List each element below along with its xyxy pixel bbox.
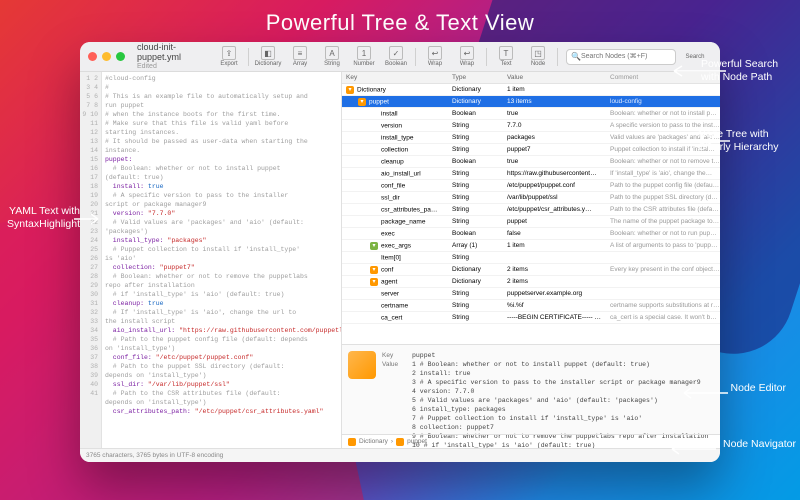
wrap-icon: ↩ xyxy=(428,46,442,60)
zoom-icon[interactable] xyxy=(116,52,125,61)
dictionary-icon xyxy=(396,438,404,446)
tree-row[interactable]: serverStringpuppetserver.example.org xyxy=(342,288,720,300)
export-button[interactable]: ⇪Export xyxy=(214,46,244,67)
boolean-button[interactable]: ✓Boolean xyxy=(381,46,411,67)
dictionary-icon xyxy=(348,438,356,446)
node-tree[interactable]: ▾DictionaryDictionary1 item▾puppetDictio… xyxy=(342,84,720,344)
tree-row[interactable]: collectionStringpuppet7Puppet collection… xyxy=(342,144,720,156)
dictionary-button[interactable]: ◧Dictionary xyxy=(253,46,283,67)
page-title: Powerful Tree & Text View xyxy=(0,0,800,42)
tree-header: Key Type Value Comment xyxy=(342,72,720,84)
titlebar: cloud-init-puppet.yml Edited ⇪Export ◧Di… xyxy=(80,42,720,72)
dictionary-icon: ◧ xyxy=(261,46,275,60)
chevron-right-icon: › xyxy=(391,438,393,445)
wrap-button-2[interactable]: ↩Wrap xyxy=(452,46,482,67)
ne-key-label: Key xyxy=(382,351,412,360)
tree-row[interactable]: execBooleanfalseBoolean: whether or not … xyxy=(342,228,720,240)
tree-row[interactable]: installBooleantrueBoolean: whether or no… xyxy=(342,108,720,120)
node-icon: ◳ xyxy=(531,46,545,60)
string-button[interactable]: AString xyxy=(317,46,347,67)
callout-node-editor: Node Editor xyxy=(731,382,786,395)
tree-row[interactable]: ca_certString-----BEGIN CERTIFICATE-----… xyxy=(342,312,720,324)
tree-row[interactable]: ▾agentDictionary2 items xyxy=(342,276,720,288)
window-subtitle: Edited xyxy=(137,63,202,71)
arrow-icon xyxy=(702,134,732,148)
arrow-icon xyxy=(668,64,728,78)
app-window: cloud-init-puppet.yml Edited ⇪Export ◧Di… xyxy=(80,42,720,462)
array-icon: ≡ xyxy=(293,46,307,60)
text-icon: T xyxy=(499,46,513,60)
crumb-leaf[interactable]: puppet xyxy=(407,438,427,445)
callout-yaml: YAML Text withSyntaxHighlight xyxy=(2,205,80,231)
arrow-icon xyxy=(680,386,730,400)
tree-row[interactable]: csr_attributes_pa…String/etc/puppet/csr_… xyxy=(342,204,720,216)
search-icon: 🔍 xyxy=(571,52,581,61)
crumb-root[interactable]: Dictionary xyxy=(359,438,388,445)
tree-row[interactable]: package_nameStringpuppetThe name of the … xyxy=(342,216,720,228)
tree-row[interactable]: conf_fileString/etc/puppet/puppet.confPa… xyxy=(342,180,720,192)
wrap-icon: ↩ xyxy=(460,46,474,60)
wrap-button-1[interactable]: ↩Wrap xyxy=(420,46,450,67)
tree-row[interactable]: aio_install_urlStringhttps://raw.githubu… xyxy=(342,168,720,180)
export-icon: ⇪ xyxy=(222,46,236,60)
tree-row[interactable]: ▾exec_argsArray (1)1 itemA list of argum… xyxy=(342,240,720,252)
tree-row[interactable]: Item[0]String xyxy=(342,252,720,264)
tree-row[interactable]: ▾puppetDictionary13 itemsloud-config xyxy=(342,96,720,108)
arrow-icon xyxy=(668,442,718,456)
search-input[interactable] xyxy=(581,53,671,60)
arrow-icon xyxy=(72,212,102,226)
tree-row[interactable]: install_typeStringpackagesValid values a… xyxy=(342,132,720,144)
minimize-icon[interactable] xyxy=(102,52,111,61)
array-button[interactable]: ≡Array xyxy=(285,46,315,67)
ne-key-value: puppet xyxy=(412,351,714,360)
callout-navigator: Node Navigator xyxy=(723,438,796,451)
boolean-icon: ✓ xyxy=(389,46,403,60)
text-view-button[interactable]: TText xyxy=(491,46,521,67)
status-bar: 3765 characters, 3765 bytes in UTF-8 enc… xyxy=(80,448,720,462)
tree-row[interactable]: certnameString%i.%fcertname supports sub… xyxy=(342,300,720,312)
line-gutter: 1 2 3 4 5 6 7 8 9 10 11 12 13 14 15 16 1… xyxy=(80,72,102,448)
breadcrumb[interactable]: Dictionary › puppet xyxy=(342,434,720,448)
node-view-button[interactable]: ◳Node xyxy=(523,46,553,67)
tree-row[interactable]: versionString7.7.0A specific version to … xyxy=(342,120,720,132)
tree-row[interactable]: cleanupBooleantrueBoolean: whether or no… xyxy=(342,156,720,168)
tree-row[interactable]: ▾DictionaryDictionary1 item xyxy=(342,84,720,96)
close-icon[interactable] xyxy=(88,52,97,61)
number-button[interactable]: 1Number xyxy=(349,46,379,67)
window-filename: cloud-init-puppet.yml xyxy=(137,43,202,63)
yaml-editor[interactable]: #cloud-config## This is an example file … xyxy=(102,72,342,448)
node-cube-icon xyxy=(348,351,376,379)
string-icon: A xyxy=(325,46,339,60)
tree-row[interactable]: ▾confDictionary2 itemsEvery key present … xyxy=(342,264,720,276)
number-icon: 1 xyxy=(357,46,371,60)
search-input-wrapper[interactable]: 🔍 xyxy=(566,49,676,65)
node-editor[interactable]: Keypuppet Value1 # Boolean: whether or n… xyxy=(342,344,720,434)
tree-row[interactable]: ssl_dirString/var/lib/puppet/sslPath to … xyxy=(342,192,720,204)
